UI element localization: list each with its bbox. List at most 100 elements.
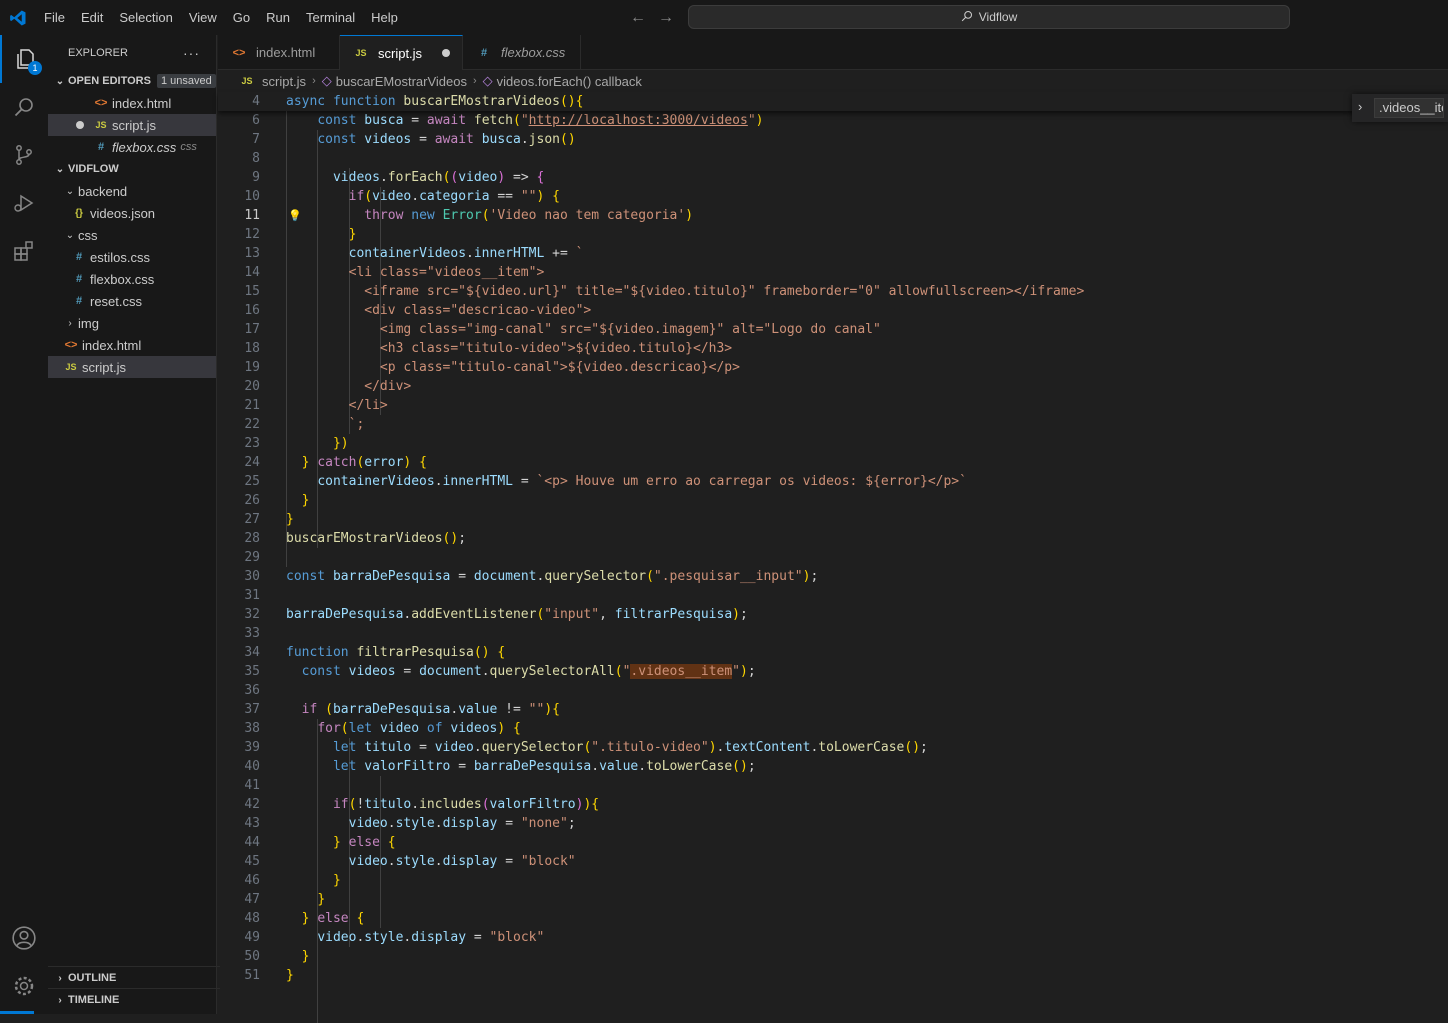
code-line[interactable]: 17 <img class="img-canal" src="${video.i… <box>218 320 1448 339</box>
menu-view[interactable]: View <box>181 0 225 35</box>
back-arrow-icon[interactable]: ← <box>630 9 646 27</box>
code-line[interactable]: 12 } <box>218 225 1448 244</box>
project-header[interactable]: ⌄ VIDFLOW <box>48 158 216 180</box>
code-line[interactable]: 49 video.style.display = "block" <box>218 928 1448 947</box>
folder-backend[interactable]: ⌄ backend <box>48 180 216 202</box>
command-center-search[interactable]: Vidflow <box>688 5 1290 29</box>
menu-help[interactable]: Help <box>363 0 406 35</box>
more-actions-icon[interactable]: ··· <box>183 45 200 61</box>
code-editor[interactable]: 4 async function buscarEMostrarVideos(){6… <box>218 92 1448 1023</box>
code-line[interactable]: 24 } catch(error) { <box>218 453 1448 472</box>
chevron-down-icon: ⌄ <box>65 185 75 197</box>
menu-terminal[interactable]: Terminal <box>298 0 363 35</box>
code-line[interactable]: 7 const videos = await busca.json() <box>218 130 1448 149</box>
code-line[interactable]: 51} <box>218 966 1448 985</box>
menu-selection[interactable]: Selection <box>111 0 180 35</box>
line-number: 16 <box>244 303 260 318</box>
code-line[interactable]: 29 <box>218 548 1448 567</box>
code-line[interactable]: 38 for(let video of videos) { <box>218 719 1448 738</box>
unsaved-dot-icon[interactable] <box>442 49 450 57</box>
breadcrumb-function[interactable]: buscarEMostrarVideos <box>336 74 467 89</box>
sticky-scroll-line[interactable]: 4 async function buscarEMostrarVideos(){ <box>218 92 1448 111</box>
code-line[interactable]: 30 const barraDePesquisa = document.query… <box>218 567 1448 586</box>
forward-arrow-icon[interactable]: → <box>658 9 674 27</box>
code-line[interactable]: 48 } else { <box>218 909 1448 928</box>
file-script-js[interactable]: JS script.js <box>48 356 216 378</box>
lightbulb-icon[interactable]: 💡 <box>288 206 302 225</box>
tab-label: index.html <box>256 45 316 60</box>
code-line[interactable]: 39 let titulo = video.querySelector(".ti… <box>218 738 1448 757</box>
tab-index-html[interactable]: <> index.html <box>218 35 340 70</box>
code-line[interactable]: 27} <box>218 510 1448 529</box>
code-line[interactable]: 13 containerVideos.innerHTML += ` <box>218 244 1448 263</box>
code-line[interactable]: 44 } else { <box>218 833 1448 852</box>
menu-run[interactable]: Run <box>258 0 298 35</box>
file-index-html[interactable]: <> index.html <box>48 334 216 356</box>
code-line[interactable]: 33 <box>218 624 1448 643</box>
folder-css[interactable]: ⌄ css <box>48 224 216 246</box>
code-line[interactable]: 25 containerVideos.innerHTML = `<p> Houv… <box>218 472 1448 491</box>
code-line[interactable]: 50 } <box>218 947 1448 966</box>
code-line[interactable]: 28 buscarEMostrarVideos(); <box>218 529 1448 548</box>
function-symbol-icon: ◇ <box>321 73 332 88</box>
code-line[interactable]: 37 if (barraDePesquisa.value != ""){ <box>218 700 1448 719</box>
code-line[interactable]: 26 } <box>218 491 1448 510</box>
open-editors-header[interactable]: ⌄ OPEN EDITORS 1 unsaved <box>48 70 216 92</box>
code-line[interactable]: 45 video.style.display = "block" <box>218 852 1448 871</box>
file-videos-json[interactable]: {} videos.json <box>48 202 216 224</box>
search-view-icon[interactable] <box>0 83 48 131</box>
open-editor-script-js[interactable]: JS script.js <box>48 114 216 136</box>
file-reset-css[interactable]: # reset.css <box>48 290 216 312</box>
code-line[interactable]: 22 `; <box>218 415 1448 434</box>
menu-file[interactable]: File <box>36 0 73 35</box>
code-line[interactable]: 18 <h3 class="titulo-video">${video.titu… <box>218 339 1448 358</box>
run-debug-icon[interactable] <box>0 179 48 227</box>
gear-icon[interactable] <box>0 962 48 1010</box>
code-line[interactable]: 20 </div> <box>218 377 1448 396</box>
menu-edit[interactable]: Edit <box>73 0 111 35</box>
accounts-icon[interactable] <box>0 914 48 962</box>
code-text: <p class="titulo-canal">${video.descrica… <box>286 360 740 375</box>
menu-go[interactable]: Go <box>225 0 258 35</box>
tab-flexbox-css[interactable]: # flexbox.css <box>463 35 581 70</box>
code-line[interactable]: 19 <p class="titulo-canal">${video.descr… <box>218 358 1448 377</box>
code-line[interactable]: 16 <div class="descricao-video"> <box>218 301 1448 320</box>
code-line[interactable]: 9 videos.forEach((video) => { <box>218 168 1448 187</box>
code-line[interactable]: 31 <box>218 586 1448 605</box>
code-line[interactable]: 14 <li class="videos__item"> <box>218 263 1448 282</box>
code-line[interactable]: 47 } <box>218 890 1448 909</box>
code-line[interactable]: 36 <box>218 681 1448 700</box>
code-line[interactable]: 46 } <box>218 871 1448 890</box>
breadcrumb-callback[interactable]: videos.forEach() callback <box>497 74 642 89</box>
code-line[interactable]: 11 throw new Error('Video nao tem catego… <box>218 206 1448 225</box>
code-line[interactable]: 40 let valorFiltro = barraDePesquisa.val… <box>218 757 1448 776</box>
code-line[interactable]: 32 barraDePesquisa.addEventListener("inpu… <box>218 605 1448 624</box>
code-line[interactable]: 34 function filtrarPesquisa() { <box>218 643 1448 662</box>
extensions-icon[interactable] <box>0 227 48 275</box>
code-line[interactable]: 41 <box>218 776 1448 795</box>
open-editor-flexbox-css[interactable]: # flexbox.css css <box>48 136 216 158</box>
explorer-icon[interactable]: 1 <box>0 35 48 83</box>
outline-header[interactable]: › OUTLINE <box>48 966 220 989</box>
file-estilos-css[interactable]: # estilos.css <box>48 246 216 268</box>
chevron-right-icon[interactable]: › <box>1358 99 1362 114</box>
file-flexbox-css[interactable]: # flexbox.css <box>48 268 216 290</box>
open-editor-index-html[interactable]: <> index.html <box>48 92 216 114</box>
code-line[interactable]: 21 </li> <box>218 396 1448 415</box>
chevron-down-icon: ⌄ <box>55 75 65 87</box>
timeline-header[interactable]: › TIMELINE <box>48 988 220 1011</box>
code-line[interactable]: 10 if(video.categoria == "") { <box>218 187 1448 206</box>
code-line[interactable]: 6 const busca = await fetch("http://loca… <box>218 111 1448 130</box>
code-line[interactable]: 42 if(!titulo.includes(valorFiltro)){ <box>218 795 1448 814</box>
tab-script-js[interactable]: JS script.js <box>340 35 463 70</box>
folder-img[interactable]: › img <box>48 312 216 334</box>
code-text: <div class="descricao-video"> <box>286 303 592 318</box>
source-control-icon[interactable] <box>0 131 48 179</box>
breadcrumb-file[interactable]: script.js <box>262 74 306 89</box>
code-line[interactable]: 23 }) <box>218 434 1448 453</box>
code-line[interactable]: 35 const videos = document.querySelector… <box>218 662 1448 681</box>
code-line[interactable]: 15 <iframe src="${video.url}" title="${v… <box>218 282 1448 301</box>
code-line[interactable]: 8 <box>218 149 1448 168</box>
code-line[interactable]: 43 video.style.display = "none"; <box>218 814 1448 833</box>
find-input[interactable]: .videos__item <box>1374 98 1444 118</box>
